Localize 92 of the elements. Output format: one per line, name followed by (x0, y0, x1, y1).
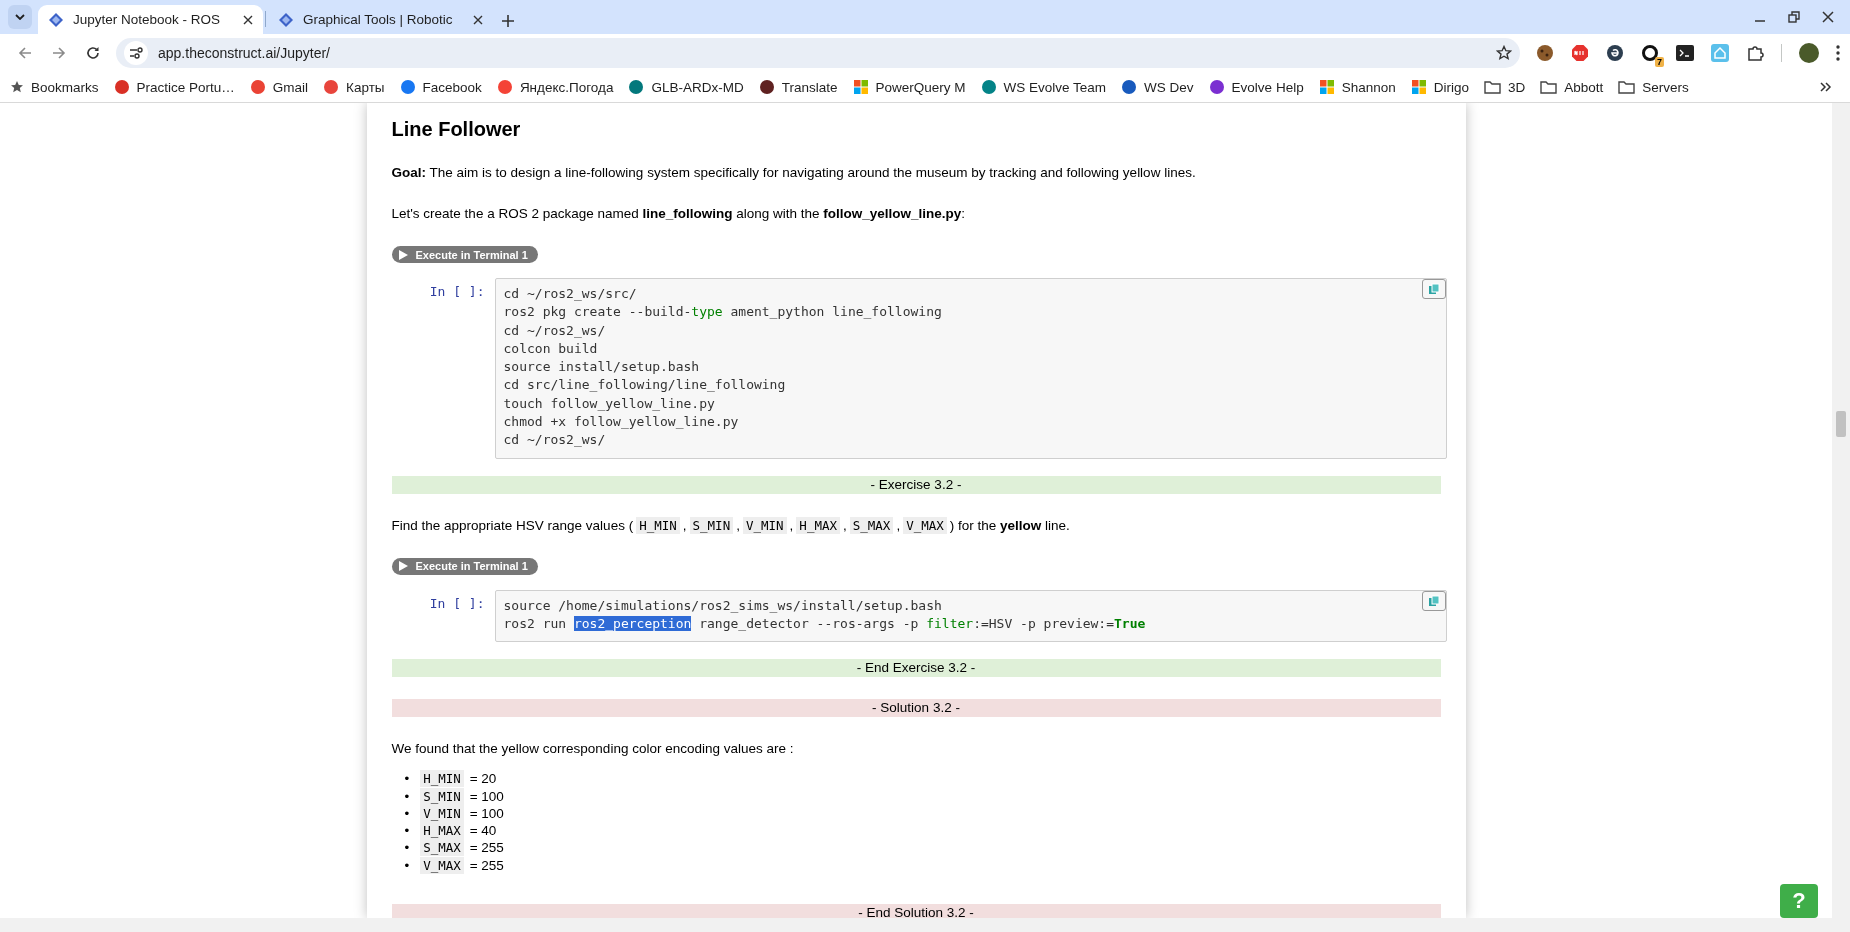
bookmark-item[interactable]: Яндекс.Погода (496, 79, 614, 95)
extension-badge: 7 (1655, 57, 1664, 67)
star-icon (10, 80, 24, 94)
code-editor[interactable]: source /home/simulations/ros2_sims_ws/install/setup.bash ros2 run ros2_perception range_detector --ros-args -p filter:=HSV -p preview:=True (494, 589, 1447, 643)
restore-icon[interactable] (1788, 11, 1800, 23)
windows-logo-icon (1318, 79, 1335, 95)
close-icon[interactable] (473, 14, 483, 25)
bookmark-item[interactable]: Dirigo (1410, 79, 1469, 95)
paragraph: Find the appropriate HSV range values ( H_MIN , S_MIN , V_MIN , H_MAX , S_MAX , V_MAX ) for the yellow line. (391, 515, 1071, 535)
more-menu-icon[interactable] (1836, 45, 1840, 61)
terminal-icon[interactable] (1676, 45, 1694, 61)
bookmark-item[interactable]: Shannon (1318, 79, 1396, 95)
bookmark-item[interactable]: Translate (758, 79, 838, 95)
bookmark-item[interactable]: Facebook (399, 79, 482, 95)
circle-e-icon[interactable] (1606, 44, 1624, 62)
list-item: • S_MIN = 100 (404, 787, 504, 805)
close-icon[interactable] (1822, 11, 1834, 23)
double-chevron-icon[interactable] (1820, 82, 1832, 92)
list-item: • S_MAX = 255 (404, 839, 504, 857)
list-item: • V_MAX = 255 (404, 856, 504, 875)
bookmark-item[interactable]: Abbott (1540, 79, 1604, 95)
bookmark-item[interactable]: Gmail (249, 79, 309, 95)
plus-icon[interactable] (501, 14, 515, 28)
stop-sign-icon[interactable] (1571, 44, 1589, 62)
bookmark-item[interactable]: WS Evolve Team (980, 79, 1107, 95)
code-line: source /home/simulations/ros2_sims_ws/install/setup.bash (503, 596, 943, 615)
code-line: source install/setup.bash (503, 358, 701, 377)
execute-button[interactable]: Execute in Terminal 1 (391, 557, 538, 575)
copy-icon (1427, 283, 1440, 295)
bookmark-item[interactable]: WS Dev (1121, 79, 1194, 95)
bookmark-item[interactable]: GLB-ARDx-MD (628, 79, 744, 95)
play-icon (398, 561, 408, 572)
bookmark-item[interactable]: Servers (1618, 79, 1689, 95)
ring-icon[interactable] (1641, 44, 1659, 62)
play-icon (398, 249, 408, 260)
diamond-icon (48, 11, 64, 28)
list-item: • H_MAX = 40 (404, 822, 497, 840)
section-banner: - Solution 3.2 - (391, 699, 1441, 718)
bookmark-item[interactable]: 3D (1484, 79, 1526, 95)
site-settings-icon[interactable] (129, 47, 143, 59)
close-icon[interactable] (243, 14, 253, 25)
paragraph: Goal: The aim is to design a line-following system specifically for navigating around the museum by tracking and following yellow lines. (391, 164, 1197, 182)
input-prompt: In [ ]: (428, 283, 486, 301)
forward-arrow-icon[interactable] (52, 46, 66, 60)
bookmark-item[interactable]: PowerQuery M (852, 79, 966, 95)
code-line: ros2 run ros2_perception range_detector --ros-args -p filter:=HSV -p preview:=True (503, 614, 1147, 633)
puzzle-icon[interactable] (1746, 44, 1764, 62)
browser-tab[interactable]: Graphical Tools | Robotic (268, 5, 493, 34)
paragraph: Let's create the a ROS 2 package named line_following along with the follow_yellow_line.py: (391, 205, 967, 223)
chevron-down-icon (15, 14, 25, 20)
bookmark-item[interactable]: Evolve Help (1208, 79, 1304, 95)
horizontal-scrollbar[interactable] (0, 918, 1850, 932)
back-arrow-icon[interactable] (18, 46, 32, 60)
reload-icon[interactable] (86, 46, 100, 60)
star-icon[interactable] (1496, 45, 1512, 61)
bookmark-item[interactable]: Practice Portu… (113, 79, 235, 95)
section-banner: - End Exercise 3.2 - (391, 659, 1441, 678)
bookmark-item[interactable]: Bookmarks (10, 79, 99, 95)
tab-list-button[interactable] (8, 5, 32, 29)
code-line: cd ~/ros2_ws/src/ (503, 285, 638, 303)
profile-avatar[interactable] (1799, 43, 1819, 63)
copy-button[interactable] (1421, 279, 1446, 299)
code-line: chmod +x follow_yellow_line.py (503, 413, 740, 432)
scroll-thumb[interactable] (1836, 411, 1846, 437)
windows-logo-icon (1410, 79, 1427, 95)
code-line: touch follow_yellow_line.py (503, 394, 716, 413)
section-heading: Line Follower (391, 117, 522, 141)
bookmark-item[interactable]: Карты (323, 79, 385, 95)
section-banner: - End Solution 3.2 - (391, 904, 1441, 918)
code-line: ros2 pkg create --build-type ament_python line_following (503, 303, 943, 322)
folder-icon (1618, 80, 1636, 94)
section-banner: - Exercise 3.2 - (391, 475, 1441, 494)
copy-icon (1427, 594, 1440, 607)
cookie-icon[interactable] (1536, 44, 1554, 62)
browser-tab[interactable]: Jupyter Notebook - ROS (38, 5, 263, 34)
execute-button[interactable]: Execute in Terminal 1 (391, 246, 538, 263)
paragraph: We found that the yellow corresponding color encoding values are : (391, 740, 795, 759)
code-editor[interactable] (494, 278, 1447, 459)
list-item: • V_MIN = 100 (404, 804, 504, 823)
input-prompt: In [ ]: (428, 594, 486, 613)
address-bar[interactable]: app.theconstruct.ai/Jupyter/ (116, 38, 1520, 68)
list-item: • H_MIN = 20 (404, 770, 497, 788)
code-line: colcon build (503, 339, 599, 358)
copy-button[interactable] (1421, 590, 1446, 611)
code-line: cd ~/ros2_ws/ (503, 431, 607, 450)
code-line: cd ~/ros2_ws/ (503, 321, 607, 340)
windows-logo-icon (852, 79, 869, 95)
folder-icon (1484, 80, 1501, 94)
vertical-scrollbar[interactable] (1832, 103, 1850, 918)
diamond-icon (278, 11, 294, 28)
code-line: cd src/line_following/line_following (503, 376, 787, 395)
folder-icon (1540, 80, 1558, 94)
